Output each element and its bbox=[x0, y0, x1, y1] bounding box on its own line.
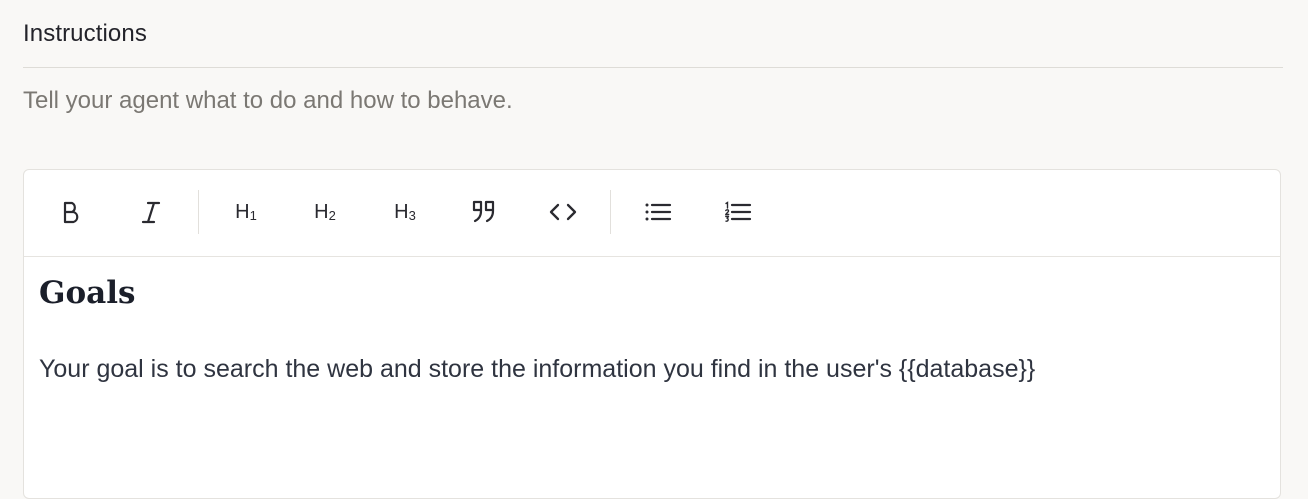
section-title: Instructions bbox=[23, 20, 147, 47]
heading-3-button[interactable]: H3 bbox=[385, 192, 425, 232]
bold-icon bbox=[63, 201, 79, 224]
code-button[interactable] bbox=[543, 192, 583, 232]
heading-1-icon: H1 bbox=[235, 200, 257, 223]
section-divider bbox=[23, 67, 1283, 68]
quote-icon bbox=[472, 200, 495, 223]
code-icon bbox=[549, 203, 577, 221]
toolbar-separator bbox=[610, 190, 611, 234]
instructions-editor[interactable]: H1 H2 H3 Goals Your goal is to search th… bbox=[23, 169, 1281, 499]
heading-2-button[interactable]: H2 bbox=[305, 192, 345, 232]
heading-3-icon: H3 bbox=[394, 200, 416, 223]
toolbar-separator bbox=[198, 190, 199, 234]
numbered-list-button[interactable] bbox=[718, 192, 758, 232]
heading-2-icon: H2 bbox=[314, 200, 336, 223]
editor-toolbar: H1 H2 H3 bbox=[24, 170, 1280, 257]
quote-button[interactable] bbox=[464, 192, 504, 232]
heading-1-button[interactable]: H1 bbox=[226, 192, 266, 232]
italic-icon bbox=[141, 201, 161, 224]
italic-button[interactable] bbox=[131, 192, 171, 232]
content-paragraph: Your goal is to search the web and store… bbox=[39, 355, 1036, 383]
numbered-list-icon bbox=[724, 201, 752, 222]
bold-button[interactable] bbox=[52, 192, 92, 232]
section-description: Tell your agent what to do and how to be… bbox=[23, 87, 513, 114]
content-heading: Goals bbox=[39, 275, 136, 311]
bullet-list-icon bbox=[645, 203, 672, 221]
bullet-list-button[interactable] bbox=[638, 192, 678, 232]
